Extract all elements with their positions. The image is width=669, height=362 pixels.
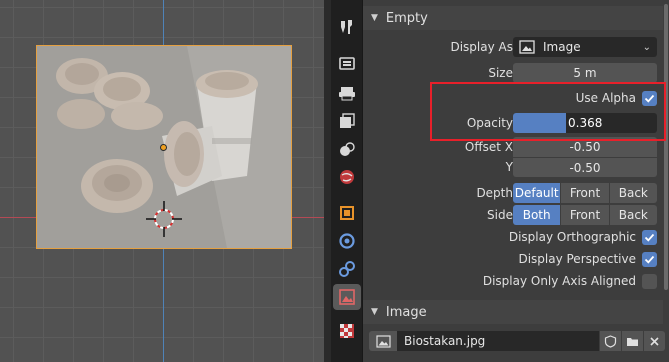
display-axis-aligned-checkbox[interactable]: [642, 273, 657, 289]
shield-icon: [604, 334, 617, 348]
world-icon[interactable]: [334, 164, 360, 190]
display-as-label: Display As: [450, 40, 513, 54]
side-front-button[interactable]: Front: [560, 205, 609, 225]
tool-icon[interactable]: [334, 14, 360, 40]
close-icon: [650, 336, 659, 346]
scene-icon[interactable]: [334, 136, 360, 162]
properties-editor: ▼ Empty Display As Image ⌄ Size 5 m Use …: [363, 0, 669, 362]
offset-y-field[interactable]: -0.50: [513, 157, 657, 177]
fake-user-button[interactable]: [599, 331, 621, 351]
image-panel-title: Image: [385, 304, 427, 320]
image-icon: [375, 334, 391, 348]
display-perspective-row[interactable]: Display Perspective: [518, 249, 657, 269]
side-back-button[interactable]: Back: [608, 205, 657, 225]
checkmark-icon: [644, 233, 655, 242]
display-as-value: Image: [543, 40, 581, 54]
size-label: Size: [488, 66, 513, 80]
size-field[interactable]: 5 m: [513, 63, 657, 83]
image-panel-header[interactable]: ▼ Image: [363, 300, 663, 324]
collapse-triangle-icon[interactable]: ▼: [371, 13, 378, 23]
display-orthographic-row[interactable]: Display Orthographic: [509, 227, 657, 247]
display-orthographic-label: Display Orthographic: [508, 230, 636, 244]
display-orthographic-checkbox[interactable]: [642, 229, 657, 245]
unlink-image-button[interactable]: [643, 331, 665, 351]
display-axis-aligned-row[interactable]: Display Only Axis Aligned: [483, 271, 657, 291]
folder-icon: [627, 337, 638, 346]
checkmark-icon: [644, 255, 655, 264]
render-icon[interactable]: [334, 50, 360, 76]
object-data-empty-icon[interactable]: [333, 284, 361, 310]
image-type-icon: [519, 40, 535, 54]
output-icon[interactable]: [334, 80, 360, 106]
depth-default-button[interactable]: Default: [513, 183, 561, 203]
depth-back-button[interactable]: Back: [608, 183, 657, 203]
annotation-highlight-box: [430, 82, 666, 141]
object-icon[interactable]: [334, 200, 360, 226]
display-perspective-label: Display Perspective: [518, 252, 636, 266]
object-origin-point[interactable]: [160, 144, 167, 151]
chevron-down-icon: ⌄: [642, 41, 651, 53]
empty-panel-title: Empty: [385, 10, 428, 26]
physics-icon[interactable]: [334, 256, 360, 282]
modifier-icon[interactable]: [334, 228, 360, 254]
side-label: Side: [487, 208, 513, 222]
image-browse-button[interactable]: [369, 331, 397, 351]
image-datablock-row: Biostakan.jpg: [369, 331, 665, 351]
texture-icon[interactable]: [334, 318, 360, 344]
display-axis-aligned-label: Display Only Axis Aligned: [482, 274, 636, 288]
view-layer-icon[interactable]: [334, 108, 360, 134]
properties-tab-column: [331, 0, 363, 362]
empty-panel-header[interactable]: ▼ Empty: [363, 6, 663, 30]
depth-label: Depth: [476, 186, 513, 200]
side-selector: Both Front Back: [513, 205, 657, 225]
side-both-button[interactable]: Both: [513, 205, 561, 225]
image-name-field[interactable]: Biostakan.jpg: [397, 331, 599, 351]
display-perspective-checkbox[interactable]: [642, 251, 657, 267]
display-as-dropdown[interactable]: Image ⌄: [513, 37, 657, 57]
3d-viewport[interactable]: [0, 0, 331, 362]
offset-y-label: Y: [505, 160, 513, 174]
depth-selector: Default Front Back: [513, 183, 657, 203]
area-divider[interactable]: [324, 0, 331, 362]
collapse-triangle-icon[interactable]: ▼: [371, 307, 378, 317]
open-image-button[interactable]: [621, 331, 643, 351]
properties-scrollbar[interactable]: [664, 4, 668, 290]
depth-front-button[interactable]: Front: [560, 183, 609, 203]
3d-cursor-icon[interactable]: [143, 198, 185, 240]
